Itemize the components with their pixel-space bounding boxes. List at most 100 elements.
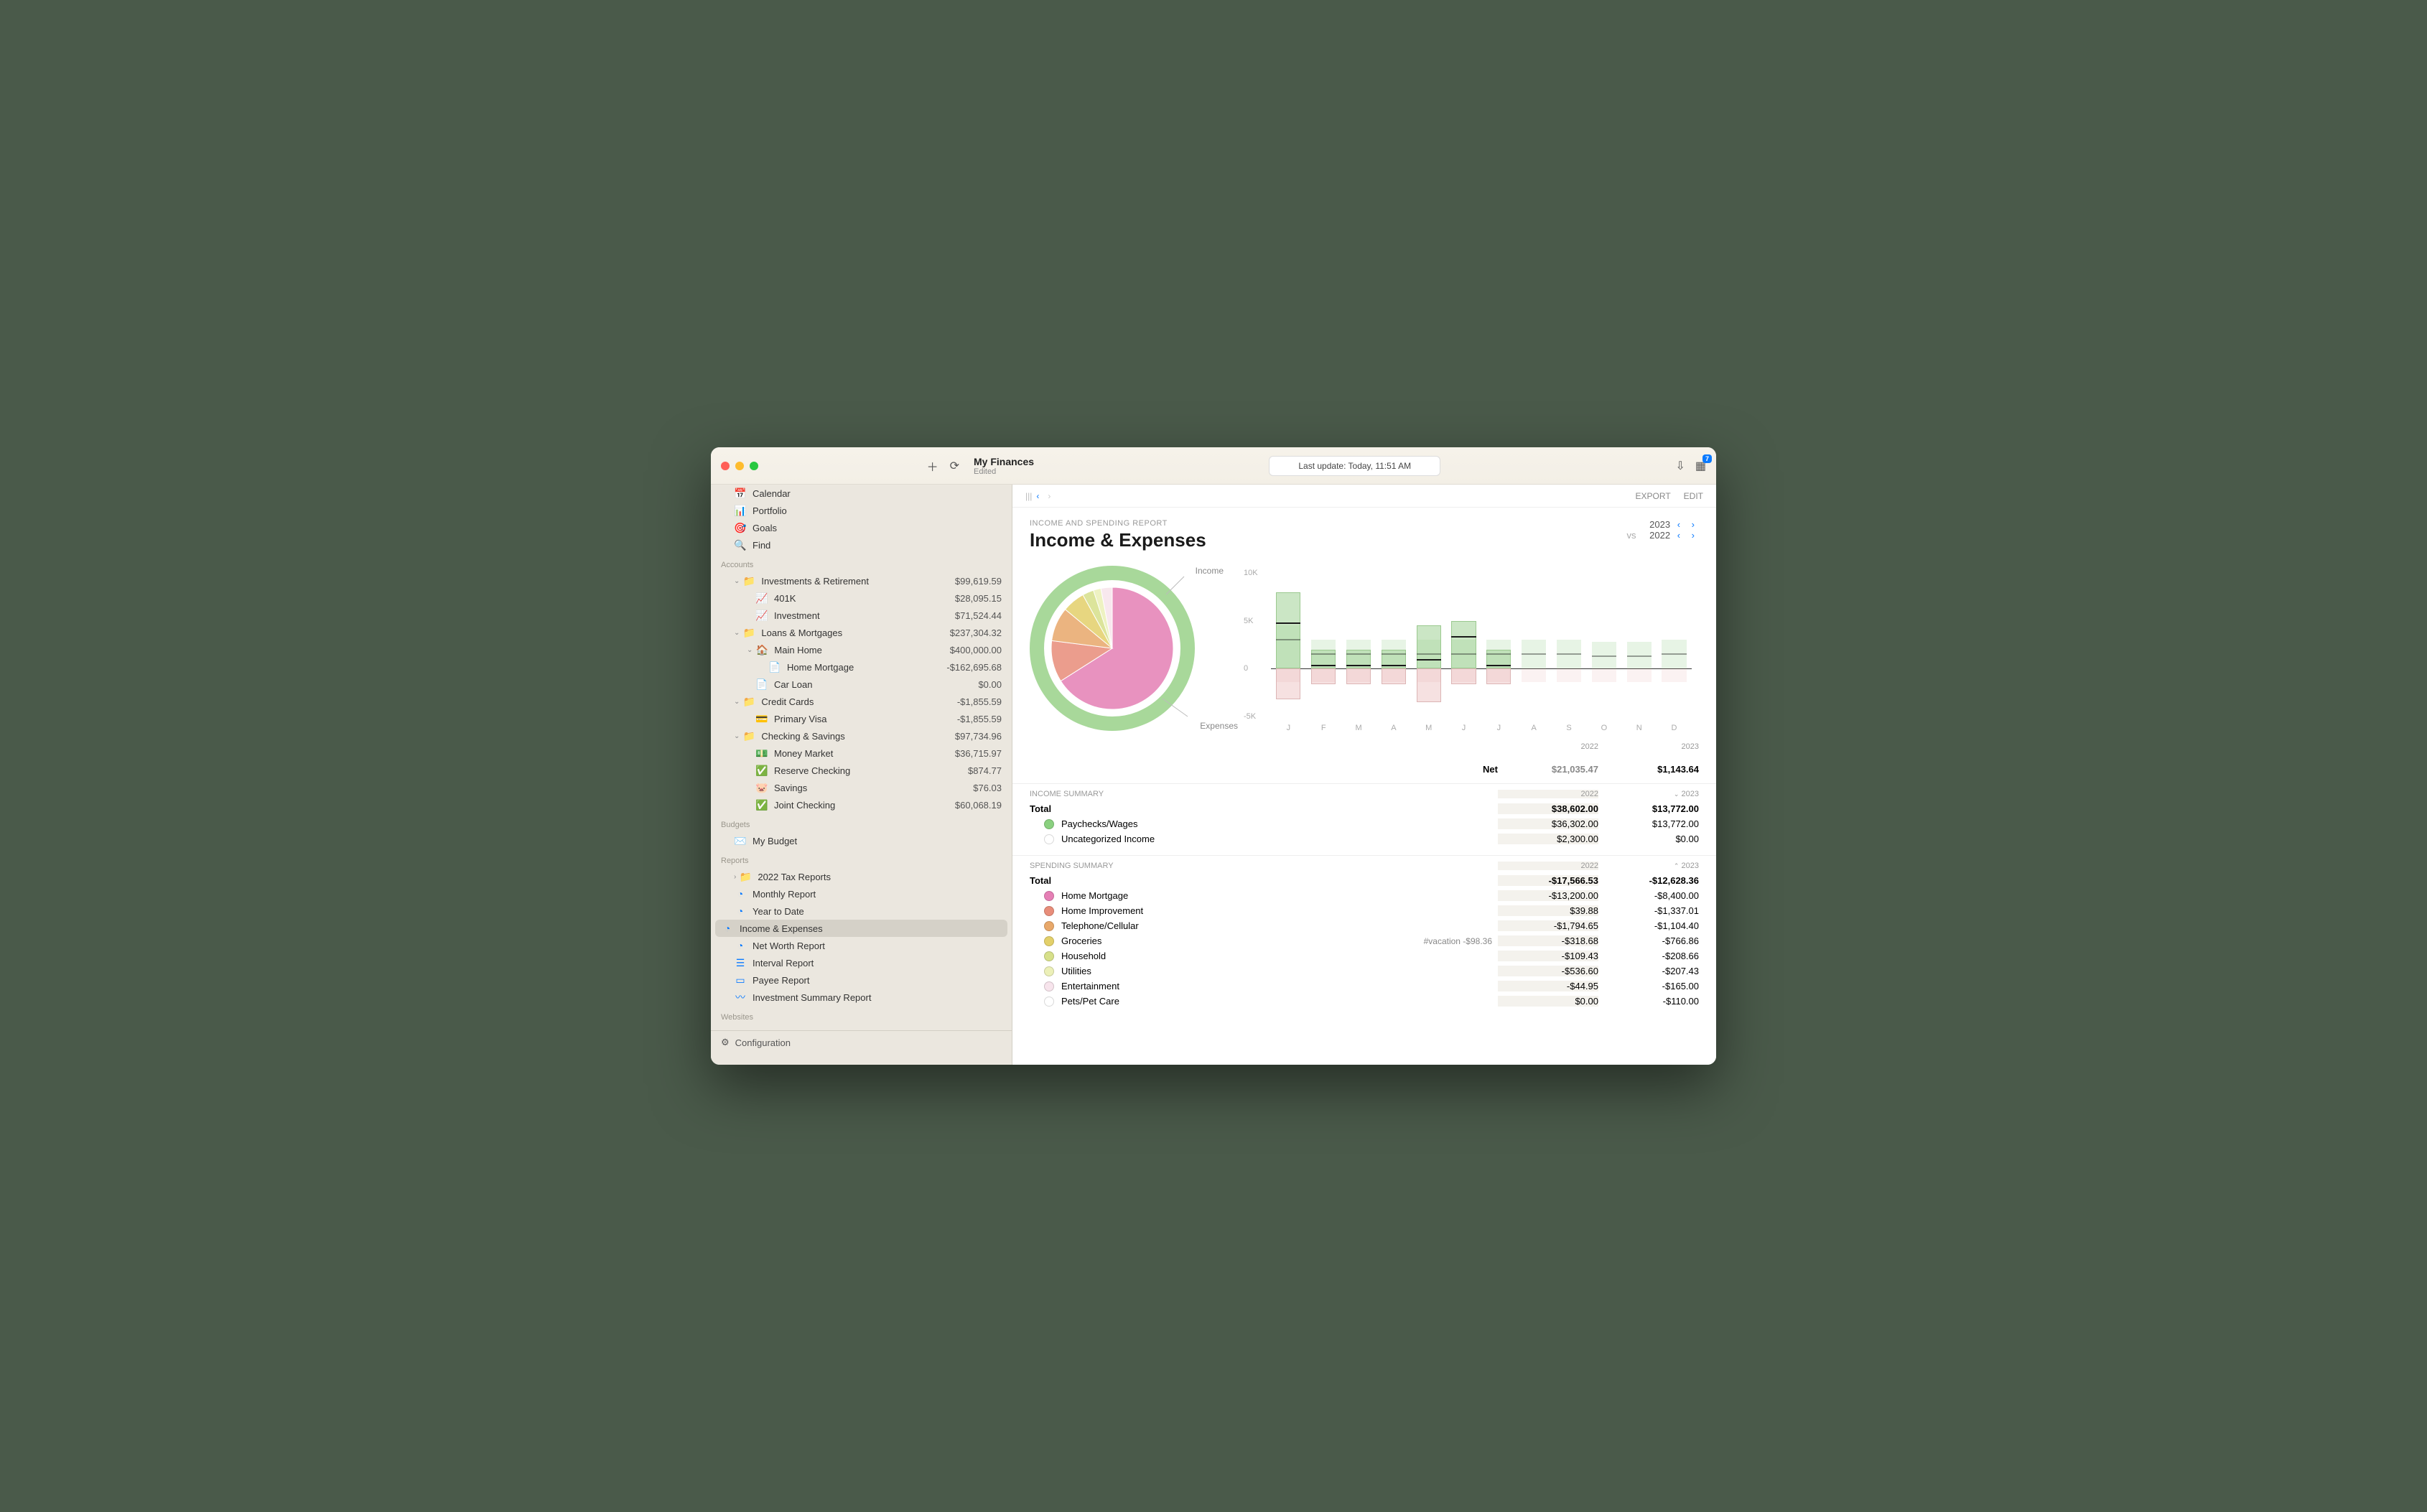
account-item[interactable]: 📄 Home Mortgage -$162,695.68: [711, 658, 1012, 676]
x-tick-label: J: [1271, 724, 1306, 732]
account-item[interactable]: ✅ Reserve Checking $874.77: [711, 762, 1012, 779]
add-icon[interactable]: ＋: [927, 457, 938, 475]
pie-income-label: Income: [1196, 566, 1224, 576]
report-item[interactable]: ◔ Net Worth Report: [711, 937, 1012, 954]
account-item[interactable]: ⌄ 📁 Loans & Mortgages $237,304.32: [711, 624, 1012, 641]
compare-prev-icon[interactable]: ‹: [1677, 530, 1680, 541]
download-icon[interactable]: ⇩: [1675, 459, 1685, 473]
year-next-icon[interactable]: ›: [1692, 519, 1695, 530]
bar-chart: -5K05K10KJFMAMJJASOND: [1238, 566, 1699, 738]
account-item[interactable]: 📈 401K $28,095.15: [711, 589, 1012, 607]
x-tick-label: S: [1552, 724, 1587, 732]
year-prev-icon[interactable]: ‹: [1677, 519, 1680, 530]
summary-row[interactable]: Pets/Pet Care $0.00 -$110.00: [1012, 994, 1716, 1009]
chart-badge-icon[interactable]: ▦: [1695, 459, 1706, 473]
account-label: Main Home: [774, 645, 949, 655]
chevron-down-icon[interactable]: ⌄: [734, 732, 740, 740]
report-item[interactable]: › 📁 2022 Tax Reports: [711, 868, 1012, 885]
nav-portfolio[interactable]: 📊 Portfolio: [711, 502, 1012, 519]
chart-trend-icon: 📈: [755, 592, 768, 605]
refresh-icon[interactable]: ⟳: [950, 459, 959, 473]
summary-row[interactable]: Uncategorized Income $2,300.00 $0.00: [1012, 831, 1716, 846]
chevron-right-icon[interactable]: ›: [734, 873, 736, 881]
search-icon: 🔍: [734, 538, 747, 551]
account-item[interactable]: ⌄ 📁 Investments & Retirement $99,619.59: [711, 572, 1012, 589]
summary-row[interactable]: Household -$109.43 -$208.66: [1012, 948, 1716, 963]
export-button[interactable]: EXPORT: [1636, 491, 1671, 501]
account-value: $60,068.19: [955, 800, 1002, 811]
value-2022: $36,302.00: [1498, 818, 1598, 829]
account-item[interactable]: 📈 Investment $71,524.44: [711, 607, 1012, 624]
summary-row[interactable]: Groceries #vacation -$98.36 -$318.68 -$7…: [1012, 933, 1716, 948]
net-mark: [1451, 636, 1476, 638]
month-col: N: [1621, 573, 1657, 717]
month-col: M: [1411, 573, 1446, 717]
net-mark: [1486, 665, 1511, 666]
income-total-label: Total: [1030, 803, 1498, 814]
account-item[interactable]: 🐷 Savings $76.03: [711, 779, 1012, 796]
y-tick-label: 10K: [1244, 569, 1258, 577]
summary-row[interactable]: Telephone/Cellular -$1,794.65 -$1,104.40: [1012, 918, 1716, 933]
category-name: Groceries: [1061, 935, 1424, 946]
account-item[interactable]: ⌄ 📁 Checking & Savings $97,734.96: [711, 727, 1012, 745]
chevron-down-icon[interactable]: ⌄: [734, 577, 740, 585]
sidebar-footer[interactable]: ⚙︎ Configuration: [711, 1030, 1012, 1054]
summary-row[interactable]: Home Mortgage -$13,200.00 -$8,400.00: [1012, 888, 1716, 903]
check-icon: ✅: [755, 764, 768, 777]
account-label: 401K: [774, 593, 955, 604]
category-name: Paychecks/Wages: [1061, 818, 1498, 829]
bar: [1346, 668, 1371, 683]
maximize-icon[interactable]: [750, 462, 758, 470]
report-item[interactable]: 〰 Investment Summary Report: [711, 989, 1012, 1006]
account-item[interactable]: 💳 Primary Visa -$1,855.59: [711, 710, 1012, 727]
sidebar-toggle-icon[interactable]: |||: [1025, 491, 1032, 501]
income-col-2023[interactable]: ⌄ 2023: [1598, 790, 1699, 798]
nav-find[interactable]: 🔍 Find: [711, 536, 1012, 554]
value-2023: $0.00: [1598, 834, 1699, 844]
spending-col-2023[interactable]: ⌃ 2023: [1598, 862, 1699, 870]
last-update-pill[interactable]: Last update: Today, 11:51 AM: [1269, 456, 1440, 476]
summary-row[interactable]: Home Improvement $39.88 -$1,337.01: [1012, 903, 1716, 918]
edit-button[interactable]: EDIT: [1684, 491, 1703, 501]
budget-item[interactable]: ✉️ My Budget: [711, 832, 1012, 849]
account-item[interactable]: 📄 Car Loan $0.00: [711, 676, 1012, 693]
compare-next-icon[interactable]: ›: [1692, 530, 1695, 541]
account-value: $237,304.32: [950, 627, 1002, 638]
net-mark-prev: [1276, 639, 1300, 640]
summary-row[interactable]: Paychecks/Wages $36,302.00 $13,772.00: [1012, 816, 1716, 831]
forward-button[interactable]: ›: [1048, 491, 1051, 501]
summary-row[interactable]: Entertainment -$44.95 -$165.00: [1012, 979, 1716, 994]
spending-header-label: SPENDING SUMMARY: [1030, 862, 1498, 870]
account-item[interactable]: 💵 Money Market $36,715.97: [711, 745, 1012, 762]
category-name: Household: [1061, 951, 1498, 961]
report-item[interactable]: ◔ Monthly Report: [711, 885, 1012, 902]
value-2022: $39.88: [1498, 905, 1598, 916]
net-mark-prev: [1451, 653, 1476, 655]
income-total-row: Total $38,602.00 $13,772.00: [1012, 801, 1716, 816]
account-label: Checking & Savings: [761, 731, 955, 742]
nav-goals[interactable]: 🎯 Goals: [711, 519, 1012, 536]
report-overline: INCOME AND SPENDING REPORT: [1030, 519, 1626, 528]
chevron-down-icon[interactable]: ⌄: [734, 698, 740, 706]
summary-row[interactable]: Utilities -$536.60 -$207.43: [1012, 963, 1716, 979]
report-item[interactable]: ◔ Income & Expenses: [715, 920, 1007, 937]
account-value: -$1,855.59: [957, 714, 1002, 724]
account-item[interactable]: ✅ Joint Checking $60,068.19: [711, 796, 1012, 813]
vs-label: vs: [1626, 530, 1636, 541]
net-mark-prev: [1417, 653, 1441, 655]
value-2022: -$1,794.65: [1498, 920, 1598, 931]
calendar-icon: 📅: [734, 487, 747, 500]
report-item[interactable]: ◔ Year to Date: [711, 902, 1012, 920]
account-item[interactable]: ⌄ 🏠 Main Home $400,000.00: [711, 641, 1012, 658]
back-button[interactable]: ‹: [1036, 491, 1039, 501]
report-item[interactable]: ▭ Payee Report: [711, 971, 1012, 989]
close-icon[interactable]: [721, 462, 730, 470]
account-item[interactable]: ⌄ 📁 Credit Cards -$1,855.59: [711, 693, 1012, 710]
chevron-down-icon[interactable]: ⌄: [747, 646, 753, 654]
report-item[interactable]: ☰ Interval Report: [711, 954, 1012, 971]
chevron-down-icon[interactable]: ⌄: [734, 629, 740, 637]
folder-icon: 📁: [742, 695, 755, 708]
minimize-icon[interactable]: [735, 462, 744, 470]
month-col: J: [1446, 573, 1481, 717]
nav-calendar[interactable]: 📅 Calendar: [711, 485, 1012, 502]
